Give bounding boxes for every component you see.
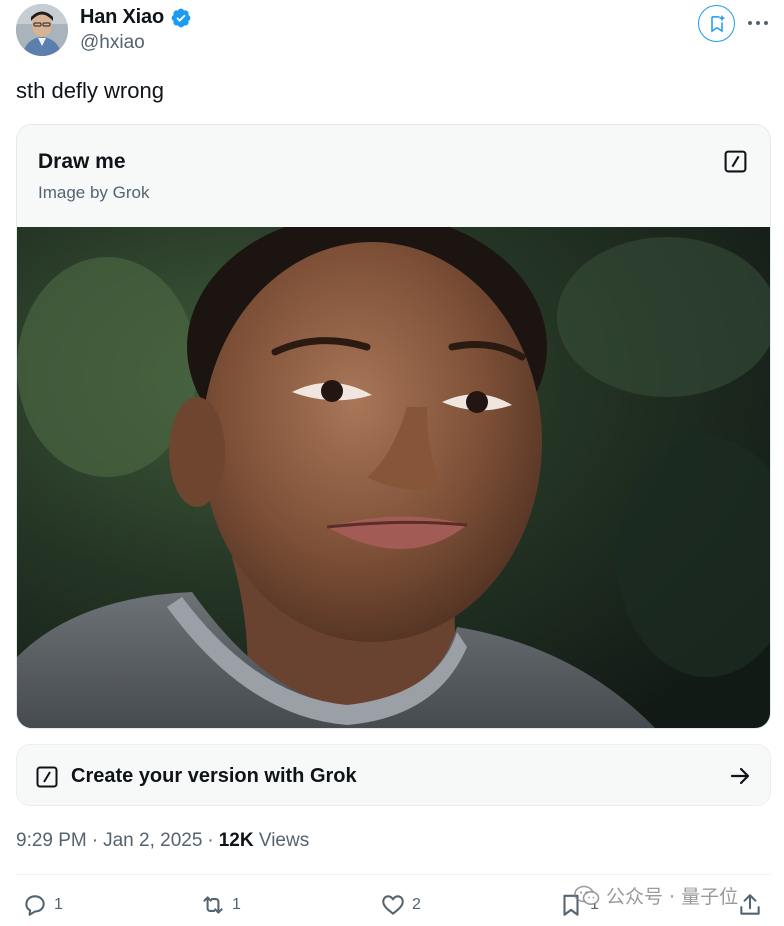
grok-image-card[interactable]: Draw me Image by Grok	[16, 124, 771, 729]
divider	[16, 874, 771, 875]
reply-button[interactable]: 1	[22, 892, 63, 918]
reply-count: 1	[54, 896, 63, 913]
reply-icon	[25, 895, 45, 916]
meta-separator: ·	[91, 830, 99, 851]
grok-actions-button[interactable]	[698, 5, 735, 42]
verified-badge-icon	[171, 8, 191, 27]
watermark: 公众号 · 量子位	[574, 882, 738, 909]
create-with-grok-button[interactable]: Create your version with Grok	[16, 744, 771, 806]
author-handle[interactable]: @hxiao	[80, 32, 145, 54]
grok-bookmark-icon	[710, 15, 724, 32]
card-subtitle: Image by Grok	[38, 183, 150, 202]
view-count-number: 12K	[218, 830, 254, 851]
share-upload-icon	[740, 894, 760, 915]
meta-separator: ·	[207, 830, 214, 851]
avatar[interactable]	[16, 4, 68, 56]
create-with-grok-label: Create your version with Grok	[71, 765, 357, 787]
heart-icon	[382, 895, 404, 915]
tweet-date[interactable]: Jan 2, 2025	[103, 830, 202, 852]
more-options-button[interactable]	[744, 12, 772, 34]
card-title: Draw me	[38, 150, 126, 173]
repost-button[interactable]: 1	[200, 892, 241, 918]
author-name-text[interactable]: Han Xiao	[80, 6, 164, 29]
tweet-time[interactable]: 9:29 PM	[16, 830, 87, 852]
tweet-text: sth defly wrong	[16, 78, 164, 103]
like-count: 2	[412, 896, 421, 913]
arrow-right-icon	[730, 767, 750, 785]
view-count-label: Views	[258, 830, 310, 851]
compose-slash-icon	[36, 766, 58, 788]
card-header: Draw me Image by Grok	[17, 125, 770, 227]
author-name[interactable]: Han Xiao	[80, 6, 192, 29]
watermark-text: 公众号 · 量子位	[606, 886, 739, 908]
more-dots-icon	[748, 21, 768, 25]
repost-count: 1	[232, 896, 241, 913]
wechat-logo-icon	[574, 885, 600, 905]
compose-slash-icon[interactable]	[723, 149, 748, 174]
share-button[interactable]	[737, 892, 763, 918]
repost-icon	[203, 896, 223, 914]
like-button[interactable]: 2	[380, 892, 421, 918]
generated-portrait-image[interactable]	[17, 227, 771, 729]
tweet-meta: 9:29 PM · Jan 2, 2025 · 12K Views	[16, 830, 309, 852]
view-count[interactable]: 12K Views	[219, 830, 309, 852]
